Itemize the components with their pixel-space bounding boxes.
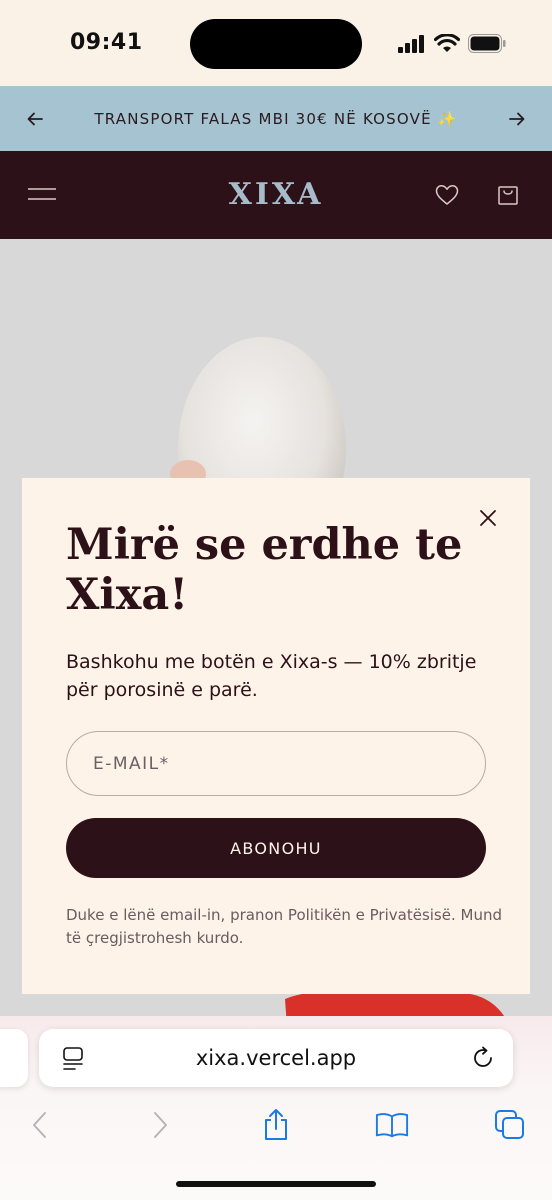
- forward-button[interactable]: [143, 1108, 177, 1142]
- cellular-signal-icon: [398, 34, 424, 53]
- chevron-left-icon: [33, 1112, 46, 1138]
- popup-subtitle: Bashkohu me botën e Xixa-s — 10% zbritje…: [66, 651, 477, 701]
- status-time: 09:41: [70, 30, 143, 55]
- home-indicator[interactable]: [176, 1181, 376, 1187]
- newsletter-popup: Mirë se erdhe te Xixa! Bashkohu me botën…: [22, 478, 530, 994]
- tabs-icon: [495, 1110, 524, 1139]
- announcement-bar: TRANSPORT FALAS MBI 30€ NË KOSOVË ✨: [0, 86, 552, 151]
- previous-tab-preview[interactable]: [0, 1029, 28, 1087]
- chevron-right-icon: [154, 1112, 167, 1138]
- wifi-icon: [434, 34, 460, 52]
- popup-title: Mirë se erdhe te Xixa!: [66, 520, 463, 620]
- address-bar[interactable]: xixa.vercel.app: [39, 1029, 513, 1087]
- back-button[interactable]: [23, 1108, 57, 1142]
- status-icons: [398, 34, 506, 53]
- announcement-text: TRANSPORT FALAS MBI 30€ NË KOSOVË ✨: [94, 109, 458, 128]
- tabs-button[interactable]: [493, 1108, 527, 1142]
- subscribe-button[interactable]: ABONOHU: [66, 818, 486, 878]
- status-bar: 09:41: [0, 0, 552, 86]
- shopping-bag-icon[interactable]: [495, 182, 521, 208]
- safari-toolbar: xixa.vercel.app: [0, 1016, 552, 1200]
- bookmarks-button[interactable]: [375, 1108, 409, 1142]
- battery-icon: [468, 34, 506, 53]
- site-logo[interactable]: XIXA: [0, 177, 552, 212]
- heart-icon[interactable]: [434, 182, 460, 208]
- book-icon: [375, 1113, 409, 1138]
- reload-icon[interactable]: [470, 1045, 496, 1071]
- email-field[interactable]: [66, 731, 486, 796]
- share-icon: [265, 1109, 287, 1140]
- arrow-left-icon[interactable]: [24, 108, 46, 130]
- arrow-right-icon[interactable]: [506, 108, 528, 130]
- share-button[interactable]: [259, 1108, 293, 1142]
- address-url: xixa.vercel.app: [195, 1046, 357, 1070]
- privacy-notice: Duke e lënë email-in, pranon Politikën e…: [66, 906, 502, 947]
- site-header: XIXA: [0, 151, 552, 239]
- dynamic-island: [190, 19, 362, 69]
